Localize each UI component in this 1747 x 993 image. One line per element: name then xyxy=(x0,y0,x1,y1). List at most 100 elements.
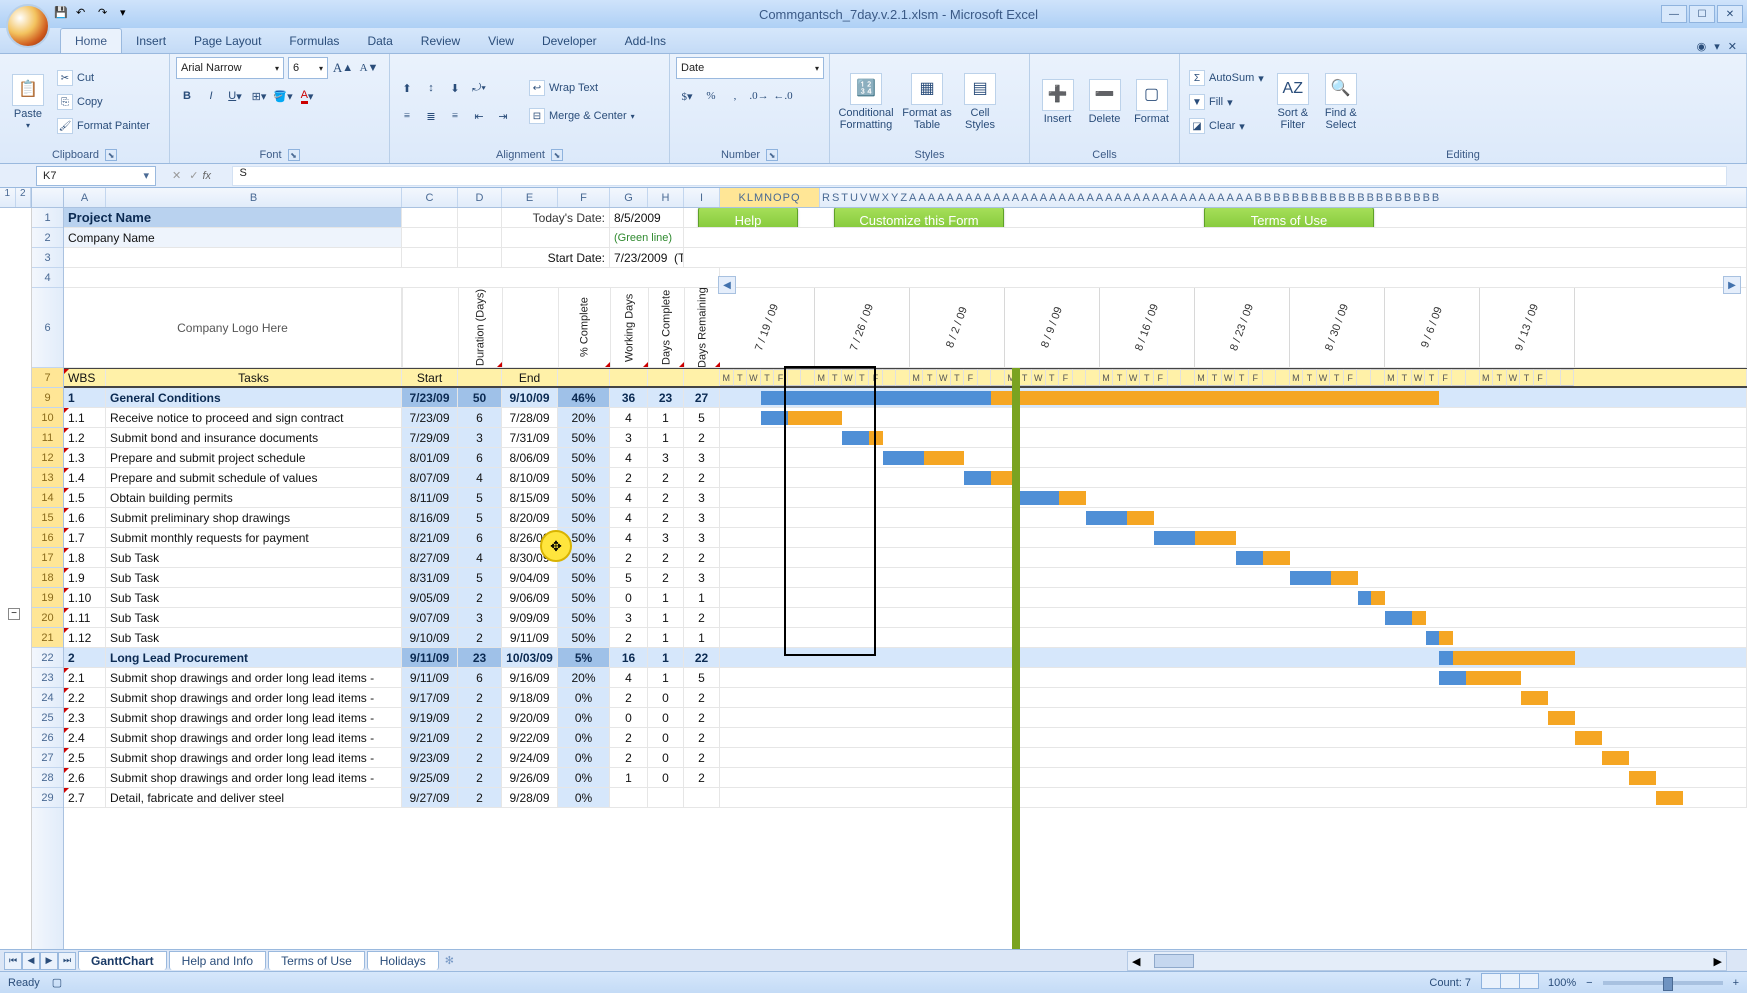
table-row[interactable]: 2Long Lead Procurement9/11/092310/03/095… xyxy=(64,648,1747,668)
currency-button[interactable]: $▾ xyxy=(676,85,698,107)
close-button[interactable]: ✕ xyxy=(1717,5,1743,23)
help-button[interactable]: Help xyxy=(698,208,798,227)
align-middle-button[interactable]: ↕ xyxy=(420,77,442,99)
tab-nav-next[interactable]: ▶ xyxy=(40,952,58,970)
table-row[interactable]: 2.2Submit shop drawings and order long l… xyxy=(64,688,1747,708)
outline-level-buttons[interactable]: 12 xyxy=(0,188,32,207)
table-row[interactable]: 2.7Detail, fabricate and deliver steel9/… xyxy=(64,788,1747,808)
italic-button[interactable]: I xyxy=(200,85,222,107)
sheet-tab-terms[interactable]: Terms of Use xyxy=(268,951,365,970)
redo-icon[interactable]: ↷ xyxy=(98,6,114,22)
tab-formulas[interactable]: Formulas xyxy=(275,29,353,53)
font-name-combo[interactable]: Arial Narrow▾ xyxy=(176,57,284,79)
fill-button[interactable]: ▼Fill▾ xyxy=(1186,91,1267,113)
tab-page-layout[interactable]: Page Layout xyxy=(180,29,275,53)
office-button[interactable] xyxy=(6,4,50,48)
comma-button[interactable]: , xyxy=(724,85,746,107)
table-row[interactable]: 1.7Submit monthly requests for payment8/… xyxy=(64,528,1747,548)
delete-cells-button[interactable]: ➖Delete xyxy=(1083,66,1126,138)
shrink-font-button[interactable]: A▼ xyxy=(358,57,380,79)
cell-styles-button[interactable]: ▤Cell Styles xyxy=(958,66,1002,138)
customize-button[interactable]: Customize this Form xyxy=(834,208,1004,227)
table-row[interactable]: 1.2Submit bond and insurance documents7/… xyxy=(64,428,1747,448)
table-row[interactable]: 1.5Obtain building permits8/11/0958/15/0… xyxy=(64,488,1747,508)
table-row[interactable]: 2.5Submit shop drawings and order long l… xyxy=(64,748,1747,768)
table-row[interactable]: 1.4Prepare and submit schedule of values… xyxy=(64,468,1747,488)
table-row[interactable]: 1.10Sub Task9/05/0929/06/0950%011 xyxy=(64,588,1747,608)
indent-inc-button[interactable]: ⇥ xyxy=(492,105,514,127)
col-I[interactable]: I xyxy=(684,188,720,207)
fill-color-button[interactable]: 🪣▾ xyxy=(272,85,294,107)
zoom-level[interactable]: 100% xyxy=(1548,977,1576,989)
orientation-button[interactable]: ⤾▾ xyxy=(468,77,490,99)
underline-button[interactable]: U▾ xyxy=(224,85,246,107)
align-bottom-button[interactable]: ⬇ xyxy=(444,77,466,99)
col-D[interactable]: D xyxy=(458,188,502,207)
font-size-combo[interactable]: 6▾ xyxy=(288,57,328,79)
scroll-left-button[interactable]: ◀ xyxy=(718,276,736,294)
tab-addins[interactable]: Add-Ins xyxy=(611,29,680,53)
align-right-button[interactable]: ≡ xyxy=(444,105,466,127)
tab-nav-first[interactable]: ⏮ xyxy=(4,952,22,970)
maximize-button[interactable]: ☐ xyxy=(1689,5,1715,23)
outline-collapse-icon[interactable]: − xyxy=(8,608,20,620)
wrap-text-button[interactable]: ↩Wrap Text xyxy=(526,77,638,99)
minimize-ribbon-icon[interactable]: ▾ xyxy=(1714,40,1720,53)
alignment-dialog-icon[interactable]: ⬊ xyxy=(551,149,563,161)
table-row[interactable]: 1.8Sub Task8/27/0948/30/0950%222 xyxy=(64,548,1747,568)
font-color-button[interactable]: A▾ xyxy=(296,85,318,107)
undo-icon[interactable]: ↶ xyxy=(76,6,92,22)
tab-data[interactable]: Data xyxy=(353,29,406,53)
cut-button[interactable]: ✂Cut xyxy=(54,67,153,89)
horizontal-scrollbar[interactable]: ◀▶ xyxy=(1127,951,1727,971)
format-painter-button[interactable]: 🖌Format Painter xyxy=(54,115,153,137)
align-top-button[interactable]: ⬆ xyxy=(396,77,418,99)
table-row[interactable]: 2.3Submit shop drawings and order long l… xyxy=(64,708,1747,728)
copy-button[interactable]: ⎘Copy xyxy=(54,91,153,113)
tab-nav-last[interactable]: ⏭ xyxy=(58,952,76,970)
autosum-button[interactable]: ΣAutoSum▾ xyxy=(1186,67,1267,89)
align-left-button[interactable]: ≡ xyxy=(396,105,418,127)
insert-cells-button[interactable]: ➕Insert xyxy=(1036,66,1079,138)
table-row[interactable]: 1.12Sub Task9/10/0929/11/0950%211 xyxy=(64,628,1747,648)
enter-formula-icon[interactable]: ✓ xyxy=(189,169,198,182)
macro-record-icon[interactable]: ▢ xyxy=(52,976,62,989)
bold-button[interactable]: B xyxy=(176,85,198,107)
new-sheet-icon[interactable]: ✻ xyxy=(445,954,454,967)
paste-button[interactable]: 📋Paste▾ xyxy=(6,66,50,138)
border-button[interactable]: ⊞▾ xyxy=(248,85,270,107)
align-center-button[interactable]: ≣ xyxy=(420,105,442,127)
qat-more-icon[interactable]: ▾ xyxy=(120,6,136,22)
sheet-tab-ganttchart[interactable]: GanttChart xyxy=(78,951,167,970)
zoom-out-button[interactable]: − xyxy=(1586,977,1592,989)
dec-decimal-button[interactable]: ←.0 xyxy=(772,85,794,107)
table-row[interactable]: 1.1Receive notice to proceed and sign co… xyxy=(64,408,1747,428)
tab-home[interactable]: Home xyxy=(60,28,122,53)
minimize-button[interactable]: — xyxy=(1661,5,1687,23)
number-format-combo[interactable]: Date▾ xyxy=(676,57,824,79)
sheet-tab-help[interactable]: Help and Info xyxy=(169,951,266,970)
col-selected-range[interactable]: KLMNOPQ xyxy=(720,188,820,207)
help-icon[interactable]: ◉ xyxy=(1697,40,1707,53)
sheet-tab-holidays[interactable]: Holidays xyxy=(367,951,439,970)
find-select-button[interactable]: 🔍Find & Select xyxy=(1319,66,1363,138)
tab-review[interactable]: Review xyxy=(407,29,474,53)
col-G[interactable]: G xyxy=(610,188,648,207)
scroll-right-button[interactable]: ▶ xyxy=(1723,276,1741,294)
table-row[interactable]: 1.6Submit preliminary shop drawings8/16/… xyxy=(64,508,1747,528)
tab-insert[interactable]: Insert xyxy=(122,29,180,53)
cancel-formula-icon[interactable]: ✕ xyxy=(172,169,181,182)
table-row[interactable]: 2.6Submit shop drawings and order long l… xyxy=(64,768,1747,788)
merge-center-button[interactable]: ⊟Merge & Center▾ xyxy=(526,105,638,127)
table-row[interactable]: 1.3Prepare and submit project schedule8/… xyxy=(64,448,1747,468)
table-row[interactable]: 1.9Sub Task8/31/0959/04/0950%523 xyxy=(64,568,1747,588)
font-dialog-icon[interactable]: ⬊ xyxy=(288,149,300,161)
col-rest[interactable]: RSTUVWXYZAAAAAAAAAAAAAAAAAAAAAAAAAAAAAAA… xyxy=(820,188,1747,207)
col-B[interactable]: B xyxy=(106,188,402,207)
percent-button[interactable]: % xyxy=(700,85,722,107)
clear-button[interactable]: ◪Clear▾ xyxy=(1186,115,1267,137)
tab-nav-prev[interactable]: ◀ xyxy=(22,952,40,970)
fx-icon[interactable]: fx xyxy=(202,170,232,182)
col-E[interactable]: E xyxy=(502,188,558,207)
format-cells-button[interactable]: ▢Format xyxy=(1130,66,1173,138)
